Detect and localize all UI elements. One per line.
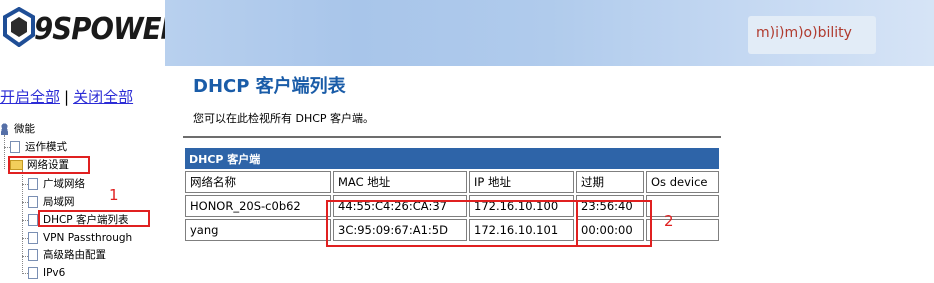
column-header-network-name: 网络名称 bbox=[185, 171, 331, 193]
brand-logo-area: 9SPOWER bbox=[0, 0, 182, 66]
divider bbox=[183, 136, 721, 138]
close-all-link[interactable]: 关闭全部 bbox=[73, 88, 133, 106]
tree-item-label: 局域网 bbox=[43, 196, 75, 208]
tree-item-vpn-passthrough[interactable]: VPN Passthrough bbox=[28, 231, 132, 245]
tree-expand-controls: 开启全部 | 关闭全部 bbox=[0, 86, 133, 107]
tree-item-wan[interactable]: 广域网络 bbox=[28, 177, 85, 191]
tree-item-label: 广域网络 bbox=[43, 178, 85, 190]
tree-item-label: IPv6 bbox=[43, 267, 66, 279]
partner-logo-text: m)i)m)o)bility bbox=[756, 25, 852, 41]
table-header-row: 网络名称 MAC 地址 IP 地址 过期 Os device bbox=[185, 171, 719, 193]
tree-item-ipv6[interactable]: IPv6 bbox=[28, 266, 65, 280]
brand-logo-icon bbox=[2, 7, 35, 47]
annotation-highlight-client-rows bbox=[326, 200, 652, 247]
tree-item-label: VPN Passthrough bbox=[43, 232, 133, 244]
annotation-highlight-network-settings bbox=[8, 156, 90, 174]
tree-root-label: 微能 bbox=[14, 123, 35, 135]
tree-connector bbox=[4, 135, 5, 169]
brand-logo-text: 9SPOWER bbox=[34, 12, 182, 47]
tree-root-weineng[interactable]: 微能 bbox=[0, 122, 35, 136]
column-header-os-device: Os device bbox=[646, 171, 719, 193]
cell-network-name: HONOR_20S-c0b62 bbox=[185, 195, 331, 217]
page-icon bbox=[28, 267, 38, 279]
page-icon bbox=[28, 178, 38, 190]
page-icon bbox=[28, 214, 38, 226]
tree-item-operation-mode[interactable]: 运作模式 bbox=[10, 140, 67, 154]
tree-item-label: 运作模式 bbox=[25, 141, 67, 153]
cell-network-name: yang bbox=[185, 219, 331, 241]
column-header-ip-address: IP 地址 bbox=[469, 171, 574, 193]
tree-item-label: 高级路由配置 bbox=[43, 249, 106, 261]
user-icon bbox=[0, 123, 9, 135]
table-caption: DHCP 客户端 bbox=[185, 148, 719, 169]
nav-separator: | bbox=[64, 88, 70, 106]
cell-os-device bbox=[646, 219, 719, 241]
partner-logo: m)i)m)o)bility bbox=[748, 16, 876, 54]
tree-item-lan[interactable]: 局域网 bbox=[28, 195, 75, 209]
annotation-highlight-dhcp-list bbox=[38, 210, 150, 227]
open-all-link[interactable]: 开启全部 bbox=[0, 88, 60, 106]
column-header-mac-address: MAC 地址 bbox=[333, 171, 467, 193]
page-icon bbox=[28, 196, 38, 208]
table-caption-row: DHCP 客户端 bbox=[185, 148, 719, 169]
column-header-expires: 过期 bbox=[576, 171, 644, 193]
tree-item-advanced-routing[interactable]: 高级路由配置 bbox=[28, 248, 106, 262]
page-icon bbox=[10, 141, 20, 153]
tree-connector bbox=[22, 170, 23, 274]
cell-os-device bbox=[646, 195, 719, 217]
page-icon bbox=[28, 232, 38, 244]
page-icon bbox=[28, 249, 38, 261]
page-description: 您可以在此检视所有 DHCP 客户端。 bbox=[193, 112, 375, 125]
annotation-marker-2: 2 bbox=[664, 212, 674, 230]
page-title: DHCP 客户端列表 bbox=[193, 76, 346, 97]
annotation-divider bbox=[576, 200, 578, 247]
annotation-marker-1: 1 bbox=[109, 186, 119, 204]
